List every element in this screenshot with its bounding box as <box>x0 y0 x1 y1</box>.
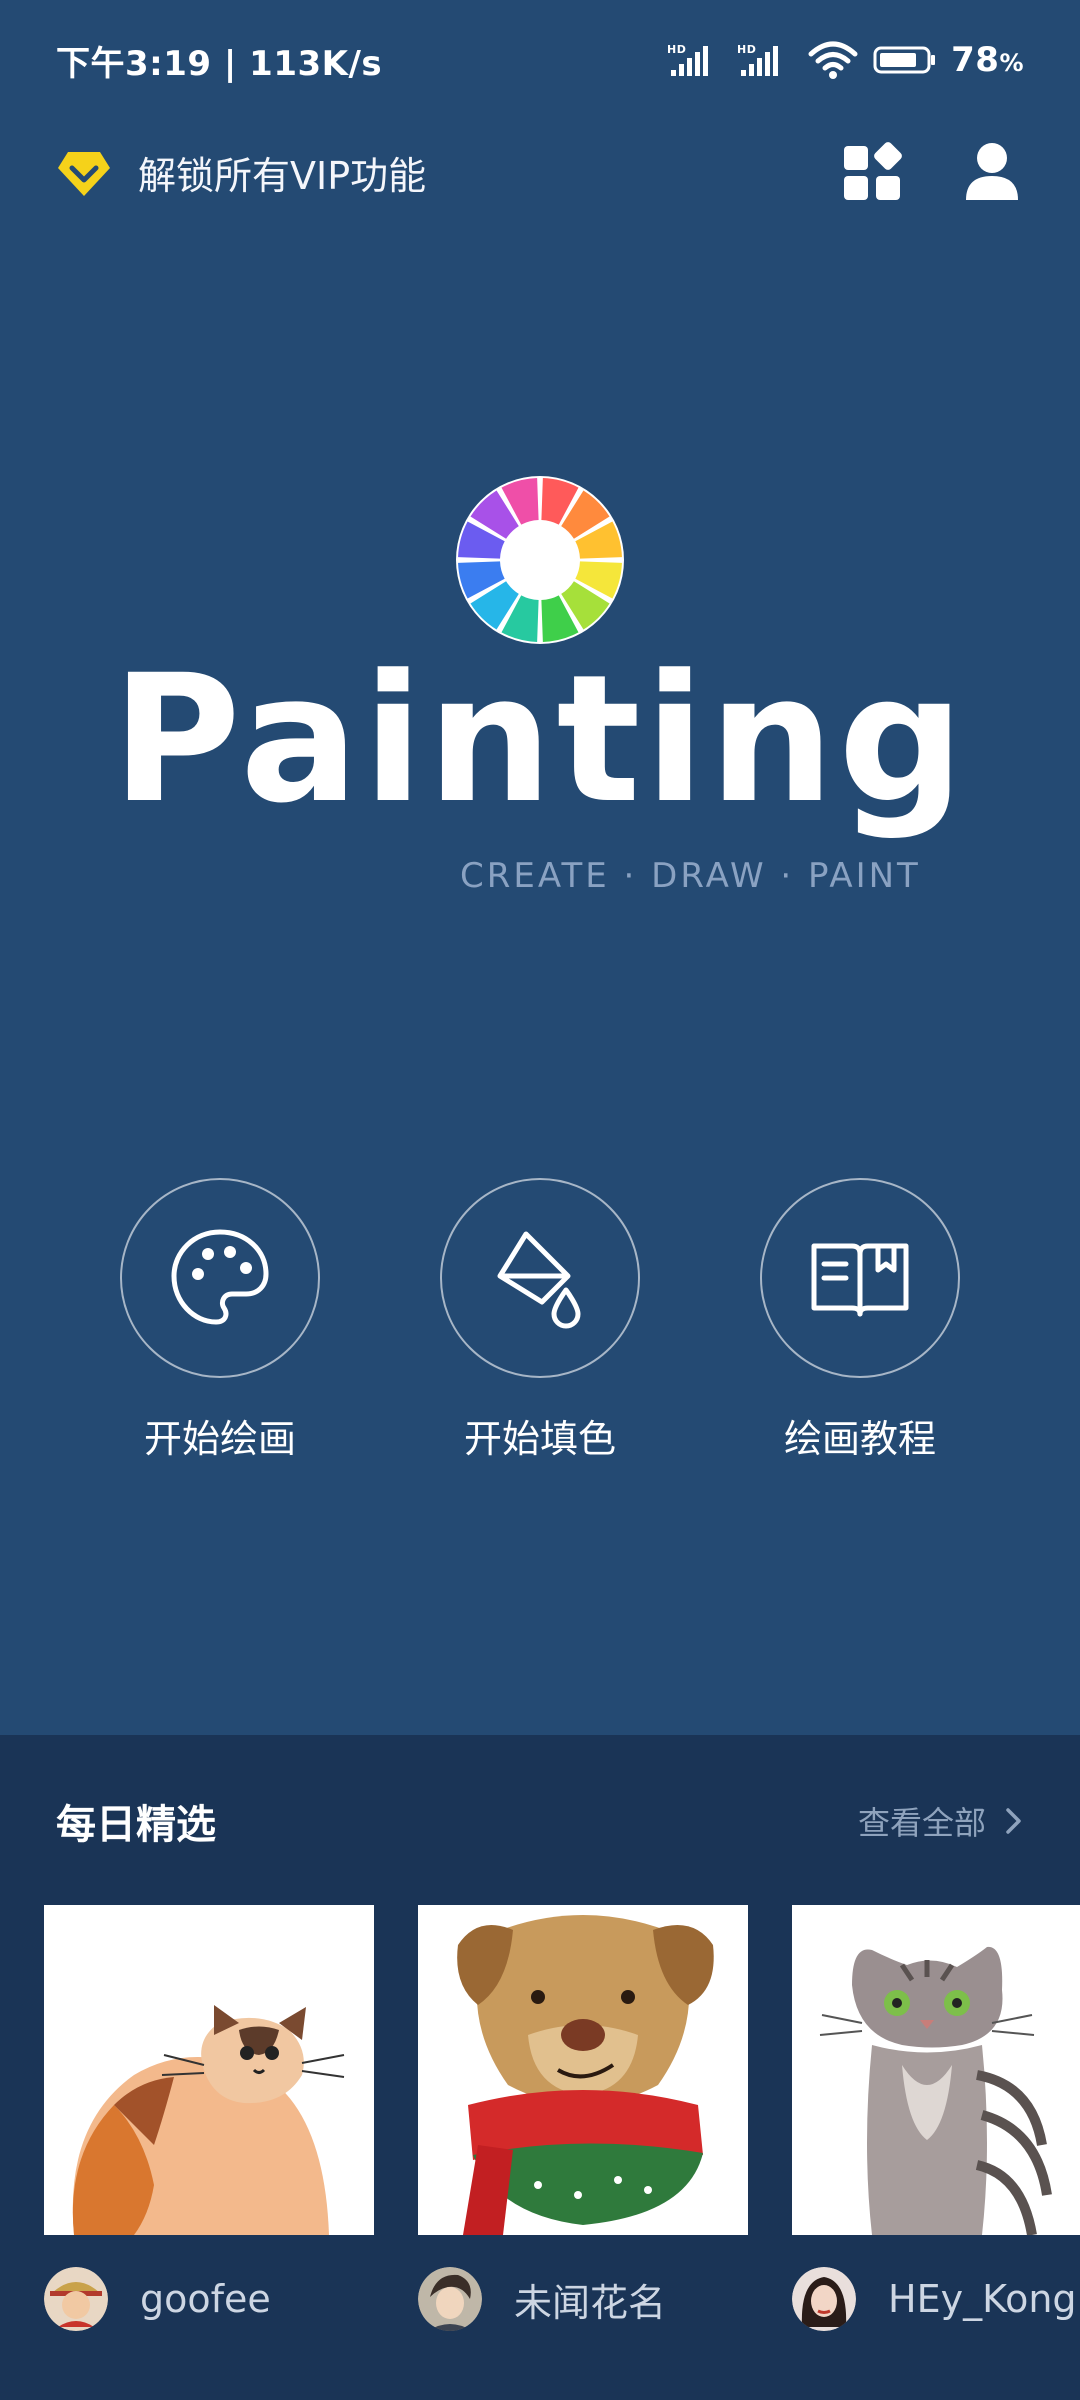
dog-illustration-icon <box>418 1905 748 2235</box>
wifi-icon <box>808 41 858 79</box>
action-label: 开始填色 <box>463 1417 616 1461</box>
battery-level: 78% <box>951 40 1024 80</box>
author-avatar[interactable] <box>44 2267 108 2331</box>
status-bar: 下午3:19 | 113K/s HD HD 78% <box>0 0 1080 120</box>
profile-icon[interactable] <box>960 140 1024 204</box>
main-actions: 开始绘画 开始填色 绘画教程 <box>0 1178 1080 1463</box>
daily-header: 每日精选 查看全部 <box>0 1735 1080 1907</box>
artwork-card[interactable]: 未闻花名 <box>418 1905 748 2331</box>
artwork-thumbnail[interactable] <box>418 1905 748 2235</box>
vip-diamond-icon <box>58 152 110 196</box>
top-actions <box>840 140 1024 204</box>
top-bar: 解锁所有VIP功能 <box>0 130 1080 214</box>
palette-icon <box>171 1229 269 1325</box>
artwork-thumbnail[interactable] <box>44 1905 374 2235</box>
svg-text:HD: HD <box>737 43 756 56</box>
svg-text:HD: HD <box>667 43 686 56</box>
vip-label: 解锁所有VIP功能 <box>138 153 427 198</box>
status-icons: HD HD 78% <box>667 40 1024 80</box>
color-wheel-logo-icon <box>456 476 624 644</box>
action-circle[interactable] <box>440 1178 640 1378</box>
start-drawing-button[interactable]: 开始绘画 <box>90 1178 350 1463</box>
author-name: goofee <box>140 2277 271 2321</box>
signal-icon: HD <box>737 43 779 76</box>
author-row[interactable]: HEy_Kong <box>792 2267 1080 2331</box>
app-name: Painting <box>111 637 969 842</box>
action-label: 开始绘画 <box>143 1417 296 1461</box>
artwork-card[interactable]: HEy_Kong <box>792 1905 1080 2331</box>
view-all-link[interactable]: 查看全部 <box>858 1798 1024 1844</box>
action-circle[interactable] <box>760 1178 960 1378</box>
action-circle[interactable] <box>120 1178 320 1378</box>
author-avatar[interactable] <box>418 2267 482 2331</box>
daily-cards: goofee 未闻花名 HEy_Kong <box>44 1905 1080 2331</box>
chevron-right-icon <box>1006 1808 1021 1834</box>
view-all-label: 查看全部 <box>857 1804 986 1842</box>
unlock-vip-button[interactable]: 解锁所有VIP功能 <box>56 144 426 200</box>
tabby-cat-illustration-icon <box>792 1905 1080 2235</box>
daily-title: 每日精选 <box>56 1802 216 1848</box>
book-icon <box>811 1243 909 1317</box>
author-row[interactable]: 未闻花名 <box>418 2267 748 2331</box>
status-time: 下午3:19 | 113K/s <box>56 43 383 84</box>
daily-picks-section: 每日精选 查看全部 goofee 未闻花名 HEy_Kong <box>0 1735 1080 2400</box>
author-name: 未闻花名 <box>514 2280 667 2325</box>
signal-icon: HD <box>667 43 709 76</box>
drawing-tutorial-button[interactable]: 绘画教程 <box>730 1178 990 1463</box>
cat-illustration-icon <box>44 1905 374 2235</box>
start-coloring-button[interactable]: 开始填色 <box>410 1178 670 1463</box>
battery-icon <box>873 46 936 74</box>
action-label: 绘画教程 <box>783 1417 936 1461</box>
author-row[interactable]: goofee <box>44 2267 374 2331</box>
artwork-card[interactable]: goofee <box>44 1905 374 2331</box>
artwork-thumbnail[interactable] <box>792 1905 1080 2235</box>
app-tagline: CREATE · DRAW · PAINT <box>460 856 921 896</box>
widgets-icon[interactable] <box>840 140 904 204</box>
author-avatar[interactable] <box>792 2267 856 2331</box>
paint-bucket-icon <box>497 1231 581 1329</box>
author-name: HEy_Kong <box>888 2277 1077 2321</box>
